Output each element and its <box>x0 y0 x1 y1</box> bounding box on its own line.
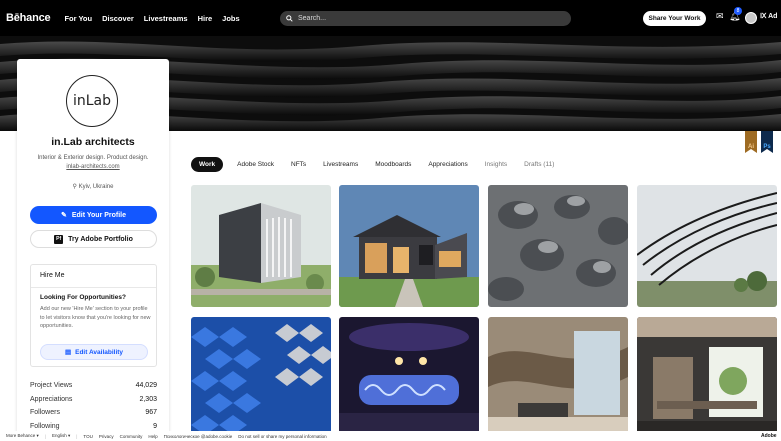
profile-website-link[interactable]: inlab-architects.com <box>17 164 169 170</box>
nav-link-for-you[interactable]: For You <box>64 14 92 23</box>
hire-me-title: Hire Me <box>40 272 65 279</box>
footer-link-community[interactable]: Community <box>120 434 143 439</box>
project-thumbnail[interactable] <box>191 185 331 307</box>
notification-badge: 8 <box>734 7 742 15</box>
stat-value: 2,303 <box>139 395 157 403</box>
try-portfolio-button[interactable]: Pf Try Adobe Portfolio <box>30 230 157 248</box>
tab-drafts[interactable]: Drafts (11) <box>524 161 554 168</box>
stat-value: 9 <box>153 422 157 430</box>
stat-row: Appreciations 2,303 <box>30 393 157 407</box>
adobe-label: Ad <box>768 13 778 20</box>
calendar-icon: ▤ <box>64 349 72 356</box>
profile-name: in.Lab architects <box>51 136 135 148</box>
profile-card: inLab in.Lab architects Interior & Exter… <box>17 59 169 441</box>
user-avatar[interactable] <box>745 12 757 24</box>
mail-icon[interactable]: ✉ <box>716 12 724 21</box>
adobe-logo[interactable]: Ⅸ Ad <box>760 12 777 20</box>
profile-location: ⚲ Kyiv, Ukraine <box>17 183 169 190</box>
photoshop-badge[interactable]: Ps <box>761 131 773 153</box>
profile-tabs: Work Adobe Stock NFTs Livestreams Moodbo… <box>191 157 571 172</box>
stat-row[interactable]: Followers 967 <box>30 406 157 420</box>
adobe-mark-icon: Ⅸ <box>760 13 767 20</box>
footer-separator: | <box>44 433 46 439</box>
nav-link-livestreams[interactable]: Livestreams <box>144 14 188 23</box>
edit-availability-label: Edit Availability <box>75 348 124 356</box>
footer-link-cookies[interactable]: Психологическое @adobe.cookie <box>164 434 233 439</box>
top-nav: Bēhance For You Discover Livestreams Hir… <box>0 0 781 36</box>
profile-avatar[interactable]: inLab <box>66 75 118 127</box>
project-thumbnail[interactable] <box>637 185 777 307</box>
stat-label: Followers <box>30 409 60 417</box>
footer: More Behance ▾ | English ▾ | TOU Privacy… <box>0 431 781 441</box>
pencil-icon: ✎ <box>60 212 67 219</box>
behance-logo[interactable]: Bēhance <box>6 12 51 24</box>
tab-livestreams[interactable]: Livestreams <box>323 161 358 168</box>
nav-links: For You Discover Livestreams Hire Jobs <box>64 14 239 23</box>
tab-appreciations[interactable]: Appreciations <box>428 161 467 168</box>
footer-link-do-not-sell[interactable]: Do not sell or share my personal informa… <box>238 434 326 439</box>
stat-row: Project Views 44,029 <box>30 379 157 393</box>
project-thumbnail[interactable] <box>637 317 777 439</box>
try-portfolio-label: Try Adobe Portfolio <box>68 235 133 243</box>
divider <box>31 287 156 288</box>
search-placeholder: Search... <box>298 15 327 22</box>
stat-value: 44,029 <box>135 382 157 390</box>
tab-insights[interactable]: Insights <box>485 161 507 168</box>
tab-work[interactable]: Work <box>191 157 224 172</box>
stat-label: Following <box>30 422 60 430</box>
nav-link-hire[interactable]: Hire <box>198 14 213 23</box>
footer-link-tou[interactable]: TOU <box>83 434 92 439</box>
project-thumbnail[interactable] <box>339 317 479 439</box>
nav-link-jobs[interactable]: Jobs <box>222 14 240 23</box>
footer-link-privacy[interactable]: Privacy <box>99 434 114 439</box>
edit-profile-button[interactable]: ✎ Edit Your Profile <box>30 206 157 224</box>
footer-link-language[interactable]: English ▾ <box>52 433 70 439</box>
search-icon <box>286 15 293 22</box>
search-input[interactable]: Search... <box>280 11 571 26</box>
stat-value: 967 <box>145 409 157 417</box>
hire-me-panel: Hire Me Looking For Opportunities? Add o… <box>30 264 157 367</box>
hire-question: Looking For Opportunities? <box>40 294 126 301</box>
stat-label: Appreciations <box>30 395 73 403</box>
footer-link-more-behance[interactable]: More Behance ▾ <box>6 433 39 439</box>
project-thumbnail[interactable] <box>191 317 331 439</box>
profile-stats: Project Views 44,029 Appreciations 2,303 F… <box>30 379 157 433</box>
illustrator-badge[interactable]: Ai <box>745 131 757 153</box>
profile-tagline: Interior & Exterior design. Product desi… <box>37 155 149 161</box>
stat-label: Project Views <box>30 382 73 390</box>
tab-moodboards[interactable]: Moodboards <box>375 161 411 168</box>
tab-adobe-stock[interactable]: Adobe Stock <box>237 161 274 168</box>
nav-link-discover[interactable]: Discover <box>102 14 134 23</box>
edit-availability-button[interactable]: ▤ Edit Availability <box>40 344 148 360</box>
portfolio-icon: Pf <box>54 234 64 244</box>
footer-separator: | <box>76 433 78 439</box>
share-your-work-button[interactable]: Share Your Work <box>643 11 706 26</box>
edit-profile-label: Edit Your Profile <box>71 211 127 219</box>
hire-description: Add our new 'Hire Me' section to your pr… <box>40 306 151 329</box>
location-text: Kyiv, Ukraine <box>78 184 114 190</box>
project-thumbnail[interactable] <box>339 185 479 307</box>
location-pin-icon: ⚲ <box>72 184 77 190</box>
tab-nfts[interactable]: NFTs <box>291 161 306 168</box>
footer-adobe-logo[interactable]: Adobe <box>761 433 777 439</box>
project-thumbnail[interactable] <box>488 185 628 307</box>
footer-link-help[interactable]: Help <box>148 434 157 439</box>
project-thumbnail[interactable] <box>488 317 628 439</box>
